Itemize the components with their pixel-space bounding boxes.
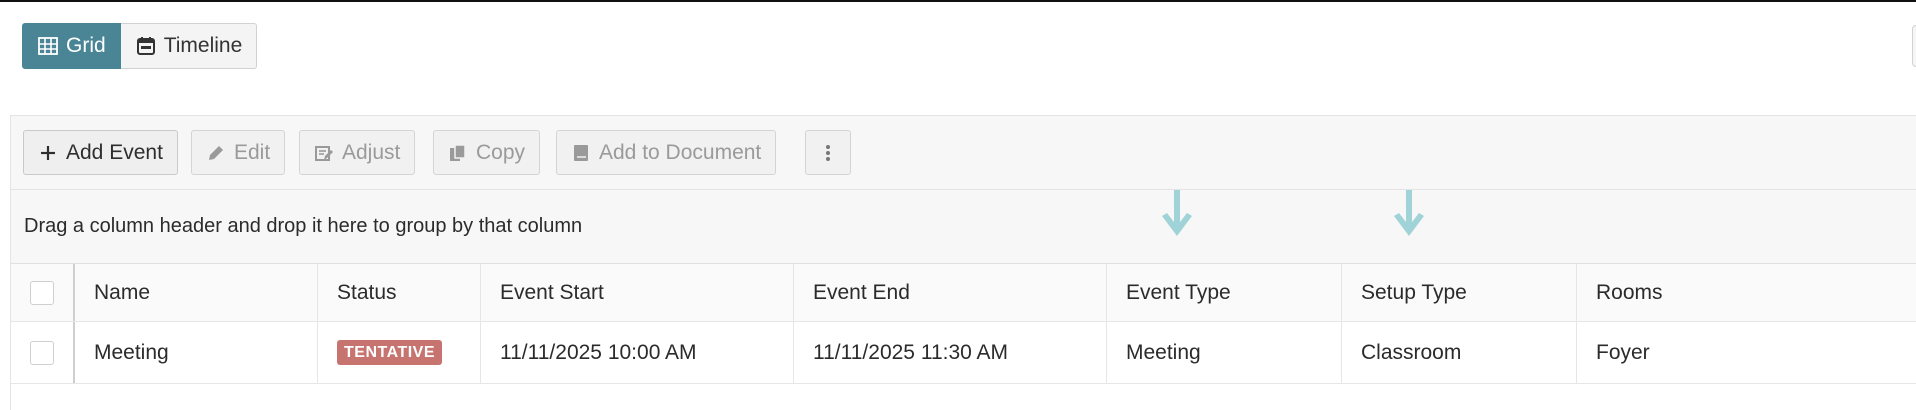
drop-arrow-icon [1394, 190, 1424, 236]
table-row[interactable]: Meeting TENTATIVE 11/11/2025 10:00 AM 11… [11, 322, 1916, 384]
status-badge: TENTATIVE [337, 340, 443, 365]
grid-icon [38, 37, 58, 55]
book-icon [574, 144, 588, 161]
drop-arrow-icon [1162, 190, 1192, 236]
column-header-event-start[interactable]: Event Start [480, 264, 793, 321]
grid-view-button[interactable]: Grid [22, 23, 121, 69]
add-event-button[interactable]: Add Event [23, 130, 178, 175]
pencil-icon [209, 145, 223, 160]
row-select-cell [11, 322, 73, 383]
grid-toolbar: Add Event Edit Adjust Copy Add to Docume… [11, 116, 1916, 190]
more-vertical-icon [826, 144, 830, 161]
cell-setup-type: Classroom [1341, 322, 1576, 383]
column-header-status[interactable]: Status [317, 264, 480, 321]
view-toggle: Grid Timeline [22, 23, 258, 69]
add-to-document-button[interactable]: Add to Document [556, 130, 777, 175]
cell-event-start: 11/11/2025 10:00 AM [480, 322, 793, 383]
cell-name: Meeting [73, 322, 317, 383]
timeline-view-label: Timeline [163, 34, 243, 57]
row-checkbox[interactable] [30, 340, 54, 365]
calendar-icon [136, 37, 155, 55]
copy-button[interactable]: Copy [433, 130, 541, 175]
adjust-icon [315, 145, 333, 161]
plus-icon [41, 145, 55, 160]
copy-icon [450, 143, 466, 161]
group-by-hint: Drag a column header and drop it here to… [24, 215, 583, 237]
cell-rooms: Foyer [1576, 322, 1916, 383]
column-header-name[interactable]: Name [73, 264, 317, 321]
cell-event-end: 11/11/2025 11:30 AM [793, 322, 1106, 383]
add-event-label: Add Event [66, 140, 163, 164]
select-all-checkbox[interactable] [30, 280, 54, 305]
table-header-row: Name Status Event Start Event End Event … [11, 264, 1916, 322]
more-options-button[interactable] [805, 130, 851, 175]
cell-status: TENTATIVE [317, 322, 480, 383]
events-grid-panel: Add Event Edit Adjust Copy Add to Docume… [10, 115, 1916, 410]
column-header-event-type[interactable]: Event Type [1106, 264, 1341, 321]
collapsed-control[interactable] [1912, 25, 1916, 67]
timeline-view-button[interactable]: Timeline [120, 23, 258, 69]
events-table: Name Status Event Start Event End Event … [11, 263, 1916, 410]
column-header-event-end[interactable]: Event End [793, 264, 1106, 321]
adjust-button[interactable]: Adjust [299, 130, 416, 175]
column-header-rooms[interactable]: Rooms [1576, 264, 1916, 321]
cell-event-type: Meeting [1106, 322, 1341, 383]
group-by-drop-zone[interactable]: Drag a column header and drop it here to… [11, 190, 1916, 263]
edit-label: Edit [234, 140, 271, 164]
column-header-setup-type[interactable]: Setup Type [1341, 264, 1576, 321]
copy-label: Copy [476, 140, 526, 164]
add-to-document-label: Add to Document [599, 140, 762, 164]
grid-view-label: Grid [66, 34, 106, 57]
edit-button[interactable]: Edit [191, 130, 286, 175]
adjust-label: Adjust [342, 140, 401, 164]
select-all-cell [11, 264, 73, 321]
